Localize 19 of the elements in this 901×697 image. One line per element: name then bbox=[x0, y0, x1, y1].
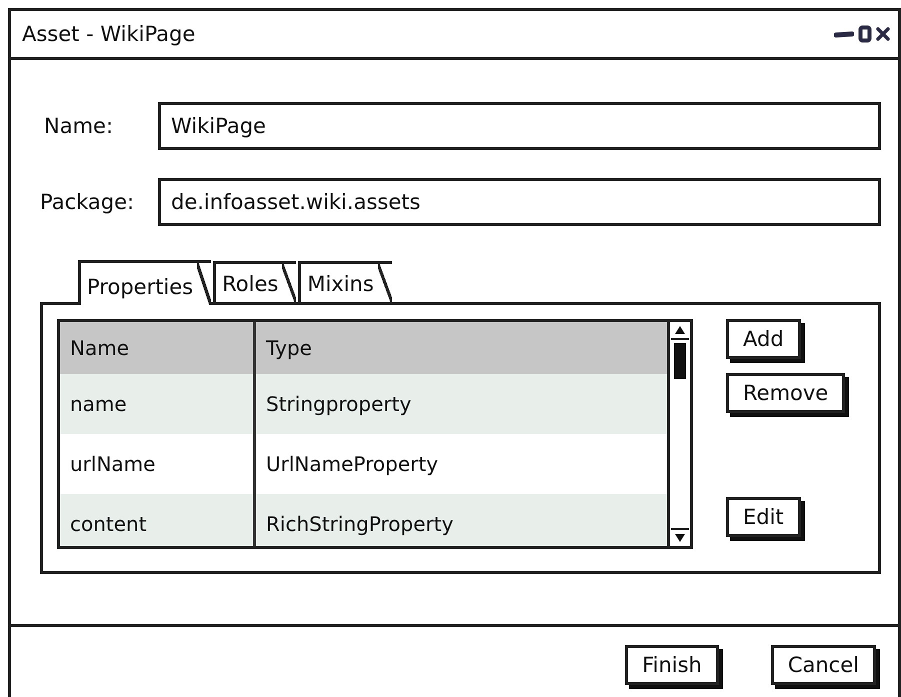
table-cell: content bbox=[60, 494, 256, 546]
minimize-icon[interactable] bbox=[834, 29, 854, 39]
tab[interactable]: Properties bbox=[78, 260, 212, 305]
tab[interactable]: Mixins bbox=[298, 261, 392, 305]
input-field[interactable]: WikiPage bbox=[158, 102, 881, 150]
column-header[interactable]: Name bbox=[60, 322, 256, 374]
window-title: Asset - WikiPage bbox=[22, 22, 196, 46]
table-cell: RichStringProperty bbox=[256, 494, 667, 546]
close-icon[interactable] bbox=[876, 27, 890, 41]
field-label: Name: bbox=[43, 114, 114, 138]
scrollbar[interactable] bbox=[667, 322, 690, 546]
column-header[interactable]: Type bbox=[256, 322, 667, 374]
field-label: Package: bbox=[40, 190, 136, 214]
input-field[interactable]: de.infoasset.wiki.assets bbox=[158, 178, 881, 226]
scroll-thumb[interactable] bbox=[674, 343, 686, 379]
maximize-icon[interactable] bbox=[858, 25, 872, 43]
table-cell: name bbox=[60, 374, 256, 434]
table-cell: Stringproperty bbox=[256, 374, 667, 434]
tab[interactable]: Roles bbox=[213, 261, 296, 305]
